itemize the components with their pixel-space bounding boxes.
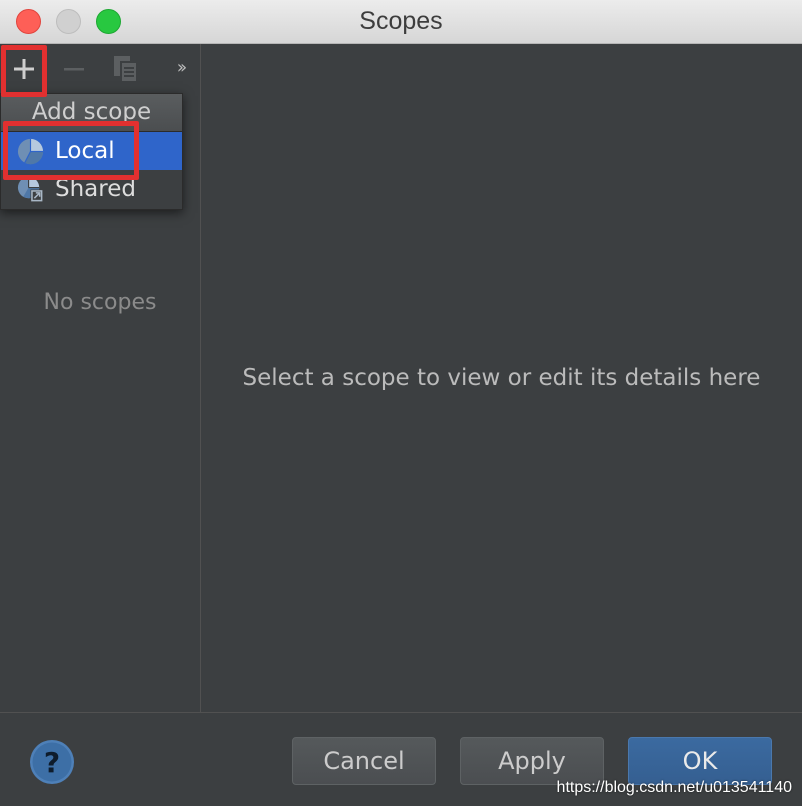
minus-icon: [64, 68, 84, 71]
add-scope-popup: Add scope Local Shared: [0, 93, 183, 210]
popup-header: Add scope: [1, 94, 182, 132]
local-scope-icon: [17, 138, 44, 164]
window-title: Scopes: [359, 7, 443, 35]
scopes-toolbar: ››: [0, 44, 200, 92]
more-actions-button[interactable]: ››: [168, 52, 192, 86]
remove-scope-button[interactable]: [56, 52, 92, 86]
apply-button[interactable]: Apply: [460, 737, 604, 785]
shared-scope-icon: [17, 176, 44, 202]
popup-item-shared[interactable]: Shared: [1, 170, 182, 208]
dialog-button-bar: ? Cancel Apply OK https://blog.csdn.net/…: [0, 712, 802, 806]
popup-item-local[interactable]: Local: [1, 132, 182, 170]
empty-scopes-text: No scopes: [43, 290, 157, 315]
double-chevron-right-icon: ››: [176, 56, 188, 78]
watermark-text: https://blog.csdn.net/u013541140: [556, 779, 792, 796]
details-placeholder-text: Select a scope to view or edit its detai…: [242, 365, 761, 391]
scope-details-panel: Select a scope to view or edit its detai…: [201, 44, 802, 712]
add-scope-button[interactable]: [6, 52, 42, 86]
plus-icon: [14, 59, 34, 79]
copy-icon: [114, 56, 138, 83]
cancel-button[interactable]: Cancel: [292, 737, 436, 785]
help-button[interactable]: ?: [29, 739, 75, 785]
copy-scope-button[interactable]: [108, 52, 144, 86]
help-icon: ?: [44, 746, 60, 779]
title-bar: Scopes: [0, 0, 802, 44]
ok-button[interactable]: OK: [628, 737, 772, 785]
scopes-dialog: Scopes ›› No scopes Select a scope to vi…: [0, 0, 802, 806]
popup-item-local-label: Local: [55, 138, 115, 164]
popup-item-shared-label: Shared: [55, 176, 136, 202]
